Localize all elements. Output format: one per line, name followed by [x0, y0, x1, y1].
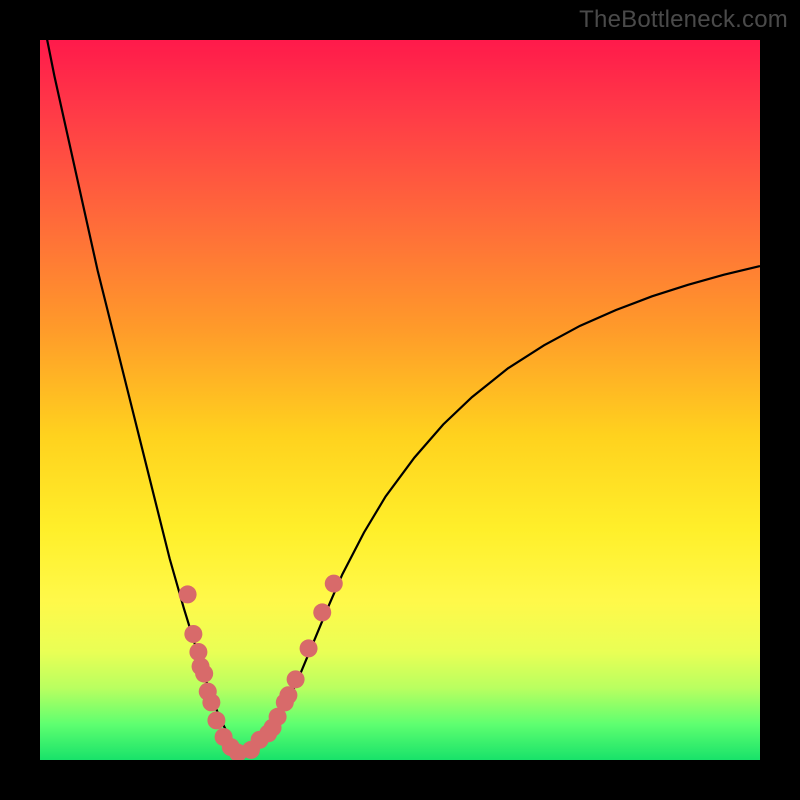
data-dot	[279, 686, 297, 704]
bottleneck-curve	[40, 4, 760, 753]
frame-bottom	[0, 760, 800, 800]
chart-stage: TheBottleneck.com	[0, 0, 800, 800]
frame-left	[0, 0, 40, 800]
data-dot	[179, 585, 197, 603]
frame-right	[760, 0, 800, 800]
watermark-text: TheBottleneck.com	[579, 6, 788, 34]
plot-area	[40, 40, 760, 760]
data-dot	[202, 693, 220, 711]
curve-dots	[179, 575, 343, 762]
data-dot	[325, 575, 343, 593]
data-dot	[207, 711, 225, 729]
data-dot	[300, 639, 318, 657]
data-dot	[287, 670, 305, 688]
data-dot	[313, 603, 331, 621]
data-dot	[195, 665, 213, 683]
data-dot	[184, 625, 202, 643]
chart-svg	[40, 40, 760, 760]
